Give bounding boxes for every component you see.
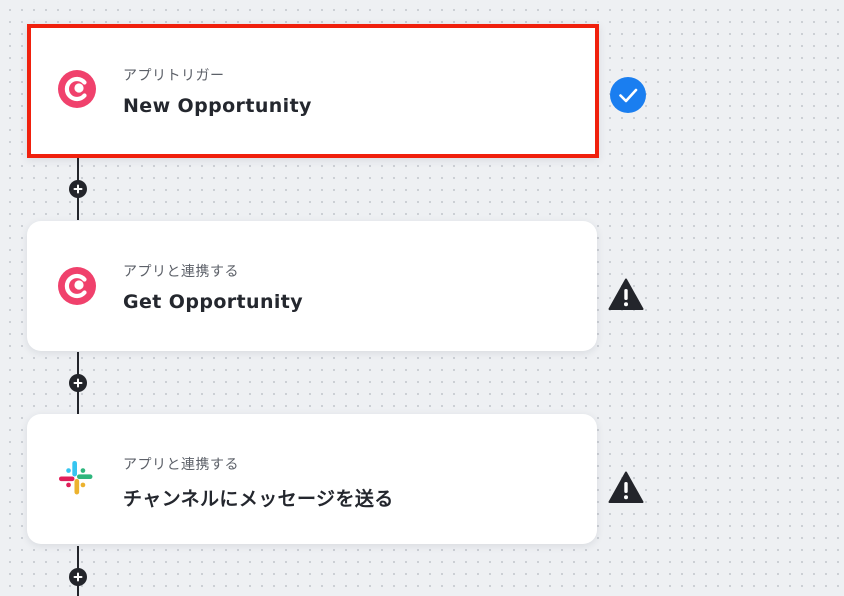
step-title: New Opportunity xyxy=(123,95,312,117)
add-step-button[interactable] xyxy=(69,568,87,586)
warning-triangle-icon xyxy=(608,278,644,310)
step-title: Get Opportunity xyxy=(123,291,304,313)
plus-icon xyxy=(73,572,83,582)
add-step-button[interactable] xyxy=(69,374,87,392)
check-circle-icon xyxy=(610,77,646,113)
step-title: チャンネルにメッセージを送る xyxy=(123,488,394,510)
copper-logo-icon xyxy=(58,267,96,305)
step-type-label: アプリと連携する xyxy=(123,457,239,473)
step-type-label: アプリトリガー xyxy=(123,68,225,84)
flow-step-card-action[interactable]: アプリと連携する Get Opportunity xyxy=(27,221,597,351)
plus-icon xyxy=(73,184,83,194)
step-type-label: アプリと連携する xyxy=(123,264,239,280)
plus-icon xyxy=(73,378,83,388)
slack-logo-icon xyxy=(59,461,93,495)
flow-step-card-trigger[interactable]: アプリトリガー New Opportunity xyxy=(27,24,599,158)
flow-step-card-action[interactable]: アプリと連携する チャンネルにメッセージを送る xyxy=(27,414,597,544)
warning-triangle-icon xyxy=(608,471,644,503)
add-step-button[interactable] xyxy=(69,180,87,198)
copper-logo-icon xyxy=(58,70,96,108)
